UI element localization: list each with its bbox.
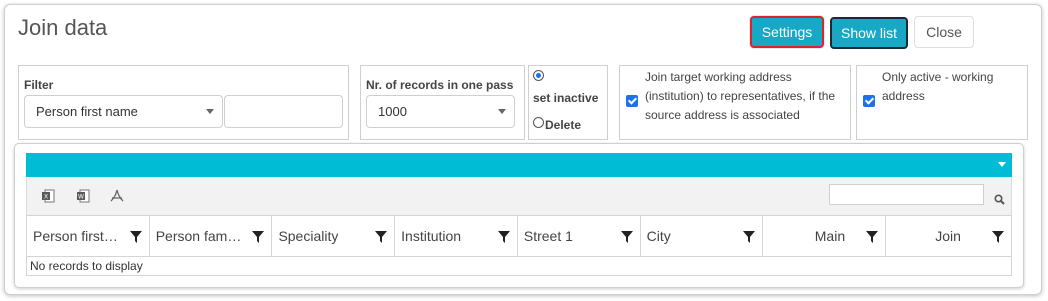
svg-text:X: X [44, 194, 48, 201]
filter-icon[interactable] [129, 231, 142, 243]
column-label: Speciality [278, 228, 339, 244]
column-speciality[interactable]: Speciality [272, 216, 396, 256]
set-inactive-label: set inactive [533, 91, 599, 105]
column-person-first-name[interactable]: Person first ... [27, 216, 150, 256]
only-active-checkbox[interactable] [863, 95, 875, 107]
column-institution[interactable]: Institution [395, 216, 518, 256]
grid-search-input[interactable] [829, 184, 984, 205]
column-person-family-name[interactable]: Person fami... [150, 216, 273, 256]
search-icon[interactable] [994, 194, 1005, 205]
word-icon[interactable]: W [76, 189, 90, 203]
delete-label: Delete [545, 118, 582, 132]
filter-field-value: Person first name [36, 104, 138, 119]
filter-icon[interactable] [743, 231, 756, 243]
excel-icon[interactable]: X [41, 189, 55, 203]
column-join[interactable]: Join [886, 216, 1011, 256]
delete-radio[interactable] [533, 117, 544, 128]
grid-column-headers: Person first ... Person fami... Speciali… [26, 215, 1012, 257]
join-target-label: Join target working address (institution… [645, 70, 836, 122]
records-select[interactable]: 1000 [366, 95, 515, 128]
filter-icon[interactable] [375, 231, 388, 243]
column-label: City [646, 228, 671, 244]
records-value: 1000 [378, 104, 407, 119]
filter-icon[interactable] [252, 231, 265, 243]
filter-icon[interactable] [620, 231, 633, 243]
column-street-1[interactable]: Street 1 [518, 216, 641, 256]
grid-header-bar [26, 153, 1012, 177]
column-label: Institution [401, 228, 462, 244]
svg-text:W: W [78, 194, 84, 201]
column-main[interactable]: Main [763, 216, 887, 256]
pdf-icon[interactable] [110, 189, 124, 203]
records-label: Nr. of records in one pass [366, 78, 514, 92]
dialog-title: Join data [18, 15, 108, 40]
show-list-button[interactable]: Show list [830, 17, 908, 49]
filter-field-select[interactable]: Person first name [24, 95, 223, 128]
filter-value-input[interactable] [224, 95, 343, 128]
filter-icon[interactable] [991, 231, 1004, 243]
column-label: Person fami... [155, 228, 242, 244]
filter-label: Filter [24, 78, 54, 92]
filter-icon[interactable] [866, 231, 879, 243]
column-label: Join [935, 228, 961, 244]
chevron-down-icon [206, 109, 214, 114]
column-city[interactable]: City [641, 216, 764, 256]
filter-icon[interactable] [497, 231, 510, 243]
column-label: Street 1 [523, 228, 573, 244]
join-target-checkbox[interactable] [626, 95, 638, 107]
set-inactive-radio[interactable] [533, 70, 544, 81]
empty-grid-message: No records to display [26, 257, 1012, 276]
settings-button[interactable]: Settings [750, 16, 824, 48]
column-label: Main [814, 228, 846, 244]
close-button[interactable]: Close [914, 16, 974, 48]
only-active-label: Only active - working address [882, 70, 994, 103]
collapse-icon[interactable] [998, 162, 1006, 167]
chevron-down-icon [498, 109, 506, 114]
column-label: Person first ... [33, 228, 119, 244]
